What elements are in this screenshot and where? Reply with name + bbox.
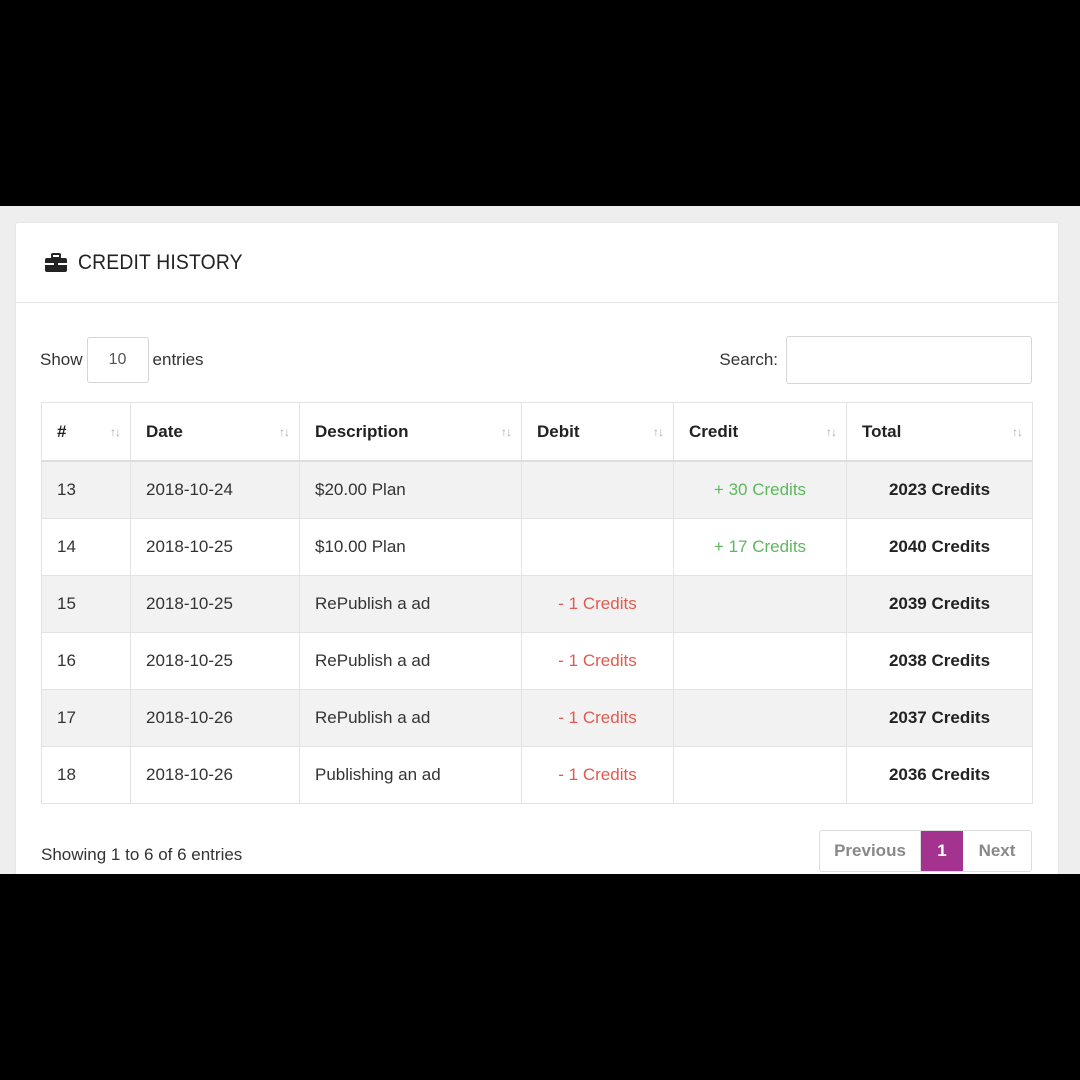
table-row: 13 2018-10-24 $20.00 Plan + 30 Credits 2… bbox=[41, 460, 1033, 519]
cell-credit: + 17 Credits bbox=[673, 518, 847, 576]
table-row: 15 2018-10-25 RePublish a ad - 1 Credits… bbox=[41, 575, 1033, 633]
sort-icon: ↑↓ bbox=[279, 424, 290, 439]
cell-total: 2038 Credits bbox=[846, 632, 1033, 690]
column-header-total[interactable]: Total ↑↓ bbox=[846, 402, 1033, 462]
cell-debit: - 1 Credits bbox=[521, 746, 674, 804]
search-control: Search: bbox=[719, 336, 1032, 384]
cell-description: $10.00 Plan bbox=[299, 518, 522, 576]
pagination: Previous 1 Next bbox=[819, 830, 1032, 872]
cell-date: 2018-10-26 bbox=[130, 746, 300, 804]
screen: CREDIT HISTORY Show 10 entries Search: #… bbox=[0, 206, 1080, 874]
cell-date: 2018-10-25 bbox=[130, 632, 300, 690]
cell-description: RePublish a ad bbox=[299, 689, 522, 747]
panel-header: CREDIT HISTORY bbox=[16, 223, 1058, 303]
panel-title: CREDIT HISTORY bbox=[78, 250, 243, 274]
cell-credit bbox=[673, 632, 847, 690]
entries-label: entries bbox=[152, 350, 204, 369]
cell-debit: - 1 Credits bbox=[521, 632, 674, 690]
cell-credit bbox=[673, 689, 847, 747]
previous-button[interactable]: Previous bbox=[820, 831, 921, 871]
column-header-credit[interactable]: Credit ↑↓ bbox=[673, 402, 847, 462]
column-header-date[interactable]: Date ↑↓ bbox=[130, 402, 300, 462]
cell-date: 2018-10-25 bbox=[130, 518, 300, 576]
cell-credit bbox=[673, 575, 847, 633]
cell-date: 2018-10-24 bbox=[130, 460, 300, 519]
cell-debit: - 1 Credits bbox=[521, 575, 674, 633]
show-label: Show bbox=[40, 350, 83, 369]
cell-id: 14 bbox=[41, 518, 131, 576]
cell-total: 2037 Credits bbox=[846, 689, 1033, 747]
cell-id: 18 bbox=[41, 746, 131, 804]
next-button[interactable]: Next bbox=[963, 831, 1031, 871]
cell-debit bbox=[521, 518, 674, 576]
sort-icon: ↑↓ bbox=[110, 424, 121, 439]
column-header-description[interactable]: Description ↑↓ bbox=[299, 402, 522, 462]
cell-total: 2023 Credits bbox=[846, 460, 1033, 519]
page-length-select[interactable]: 10 bbox=[86, 337, 149, 383]
cell-id: 17 bbox=[41, 689, 131, 747]
page-1-button[interactable]: 1 bbox=[921, 831, 963, 871]
cell-debit bbox=[521, 460, 674, 519]
sort-icon: ↑↓ bbox=[653, 424, 664, 439]
page-length-control: Show 10 entries bbox=[40, 336, 204, 384]
cell-total: 2040 Credits bbox=[846, 518, 1033, 576]
cell-id: 15 bbox=[41, 575, 131, 633]
table-row: 14 2018-10-25 $10.00 Plan + 17 Credits 2… bbox=[41, 518, 1033, 576]
cell-description: RePublish a ad bbox=[299, 632, 522, 690]
sort-icon: ↑↓ bbox=[1012, 424, 1023, 439]
sort-icon: ↑↓ bbox=[501, 424, 512, 439]
cell-id: 16 bbox=[41, 632, 131, 690]
credit-history-table: # ↑↓ Date ↑↓ Description ↑↓ Debit ↑↓ Credit ↑… bbox=[41, 402, 1033, 804]
table-row: 18 2018-10-26 Publishing an ad - 1 Credi… bbox=[41, 746, 1033, 804]
cell-description: RePublish a ad bbox=[299, 575, 522, 633]
column-header-id[interactable]: # ↑↓ bbox=[41, 402, 131, 462]
table-controls: Show 10 entries Search: bbox=[40, 336, 1032, 384]
sort-icon: ↑↓ bbox=[826, 424, 837, 439]
cell-description: Publishing an ad bbox=[299, 746, 522, 804]
search-input[interactable] bbox=[786, 336, 1032, 384]
search-label: Search: bbox=[719, 350, 778, 369]
cell-debit: - 1 Credits bbox=[521, 689, 674, 747]
table-row: 17 2018-10-26 RePublish a ad - 1 Credits… bbox=[41, 689, 1033, 747]
credit-history-panel: CREDIT HISTORY Show 10 entries Search: #… bbox=[15, 222, 1059, 874]
cell-date: 2018-10-25 bbox=[130, 575, 300, 633]
cell-id: 13 bbox=[41, 460, 131, 519]
briefcase-icon bbox=[44, 252, 68, 273]
column-header-debit[interactable]: Debit ↑↓ bbox=[521, 402, 674, 462]
cell-total: 2039 Credits bbox=[846, 575, 1033, 633]
table-row: 16 2018-10-25 RePublish a ad - 1 Credits… bbox=[41, 632, 1033, 690]
cell-total: 2036 Credits bbox=[846, 746, 1033, 804]
table-info: Showing 1 to 6 of 6 entries bbox=[41, 845, 243, 864]
cell-date: 2018-10-26 bbox=[130, 689, 300, 747]
cell-credit: + 30 Credits bbox=[673, 460, 847, 519]
cell-description: $20.00 Plan bbox=[299, 460, 522, 519]
table-header-row: # ↑↓ Date ↑↓ Description ↑↓ Debit ↑↓ Credit ↑… bbox=[41, 402, 1033, 462]
cell-credit bbox=[673, 746, 847, 804]
